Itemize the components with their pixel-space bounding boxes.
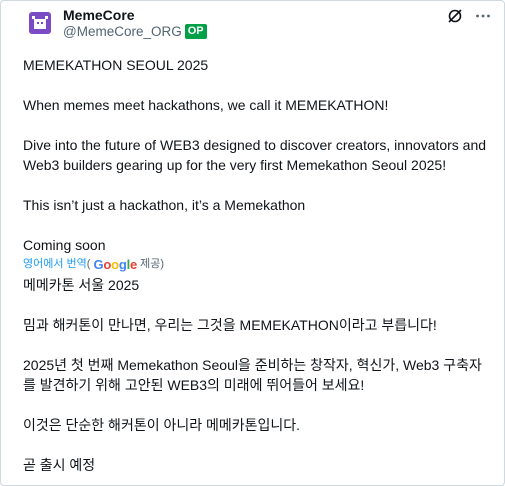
post-actions	[446, 7, 492, 25]
more-icon[interactable]	[474, 7, 492, 25]
post-line: Coming soon	[23, 237, 106, 253]
user-handle[interactable]: @MemeCore_ORG	[63, 24, 182, 39]
post-line: Dive into the future of WEB3 designed to…	[23, 137, 487, 153]
post-body: MEMEKATHON SEOUL 2025 When memes meet ha…	[23, 55, 493, 475]
translated-line: 곧 출시 예정	[23, 457, 96, 473]
grok-slash-icon[interactable]	[446, 7, 464, 25]
translated-line: 를 발견하기 위해 고안된 WEB3의 미래에 뛰어들어 보세요!	[23, 377, 365, 393]
translation-attribution: 영어에서 번역 ( Google 제공)	[23, 257, 493, 272]
translated-line: 밈과 해커톤이 만나면, 우리는 그것을 MEMEKATHON이라고 부릅니다!	[23, 317, 437, 333]
op-badge: OP	[184, 24, 207, 39]
avatar[interactable]	[29, 12, 51, 34]
post-line: When memes meet hackathons, we call it M…	[23, 97, 389, 113]
handle-row: @MemeCore_ORG OP	[63, 24, 207, 39]
translated-line: 메메카톤 서울 2025	[23, 277, 140, 293]
post-line: This isn’t just a hackathon, it’s a Meme…	[23, 197, 306, 213]
display-name[interactable]: MemeCore	[63, 7, 135, 23]
translated-line: 2025년 첫 번째 Memekathon Seoul을 준비하는 창작자, 혁…	[23, 357, 482, 373]
paren-open: (	[86, 258, 91, 270]
provided-label: 제공)	[140, 258, 164, 270]
google-logo: Google	[93, 257, 138, 272]
post-header: MemeCore @MemeCore_ORG OP	[23, 7, 492, 47]
translated-line: 이것은 단순한 해커톤이 아니라 메메카톤입니다.	[23, 417, 301, 433]
translate-link[interactable]: 영어에서 번역	[23, 257, 87, 272]
post-card: MemeCore @MemeCore_ORG OP MEMEKATHON SEO…	[0, 0, 505, 486]
post-line: Web3 builders gearing up for the very fi…	[23, 157, 447, 173]
post-line: MEMEKATHON SEOUL 2025	[23, 57, 209, 73]
